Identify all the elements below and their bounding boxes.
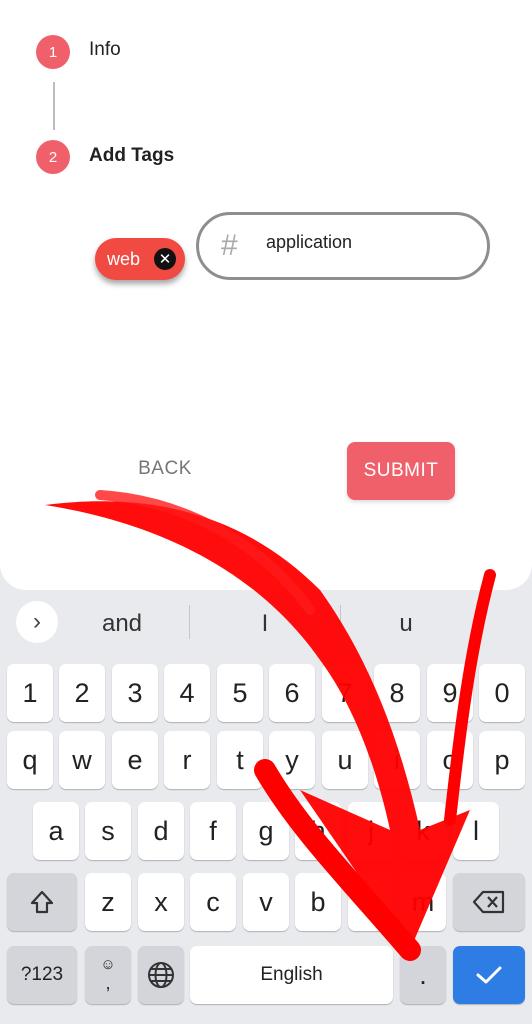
key-c[interactable]: c (190, 873, 236, 931)
key-9[interactable]: 9 (427, 664, 473, 722)
key-0[interactable]: 0 (479, 664, 525, 722)
key-j[interactable]: j (348, 802, 394, 860)
key-k[interactable]: k (400, 802, 446, 860)
close-icon[interactable]: ✕ (154, 248, 176, 270)
key-p[interactable]: p (479, 731, 525, 789)
key-b[interactable]: b (295, 873, 341, 931)
key-w[interactable]: w (59, 731, 105, 789)
key-a[interactable]: a (33, 802, 79, 860)
key-3[interactable]: 3 (112, 664, 158, 722)
key-g[interactable]: g (243, 802, 289, 860)
key-x[interactable]: x (138, 873, 184, 931)
add-tags-form: 1 Info 2 Add Tags web ✕ # application BA… (0, 0, 532, 590)
key-y[interactable]: y (269, 731, 315, 789)
emoji-comma-key[interactable]: ☺ , (85, 946, 131, 1004)
step-1-number: 1 (48, 43, 58, 61)
emoji-icon: ☺ (100, 956, 116, 973)
key-h[interactable]: h (295, 802, 341, 860)
step-1-label[interactable]: Info (89, 39, 121, 61)
key-1[interactable]: 1 (7, 664, 53, 722)
back-button[interactable]: BACK (120, 448, 210, 490)
enter-key[interactable] (453, 946, 525, 1004)
submit-button[interactable]: SUBMIT (347, 442, 455, 500)
key-m[interactable]: m (400, 873, 446, 931)
key-n[interactable]: n (348, 873, 394, 931)
key-l[interactable]: l (453, 802, 499, 860)
tag-input[interactable]: # application (196, 212, 490, 280)
key-u[interactable]: u (322, 731, 368, 789)
key-t[interactable]: t (217, 731, 263, 789)
backspace-key[interactable] (453, 873, 525, 931)
suggestion-1[interactable]: and (52, 610, 192, 638)
key-d[interactable]: d (138, 802, 184, 860)
key-2[interactable]: 2 (59, 664, 105, 722)
key-8[interactable]: 8 (374, 664, 420, 722)
soft-keyboard: › and I u 1 2 3 4 5 6 7 8 9 0 q w e r t … (0, 590, 532, 1024)
key-o[interactable]: o (427, 731, 473, 789)
step-2-number: 2 (48, 148, 58, 166)
key-z[interactable]: z (85, 873, 131, 931)
suggestion-divider (189, 605, 190, 639)
key-f[interactable]: f (190, 802, 236, 860)
checkmark-icon (476, 966, 502, 984)
globe-icon (148, 962, 174, 988)
hash-icon: # (221, 229, 238, 262)
step-1-circle: 1 (36, 35, 70, 69)
space-key[interactable]: English (190, 946, 393, 1004)
step-2-circle: 2 (36, 140, 70, 174)
tag-chip-label: web (107, 248, 141, 269)
key-i[interactable]: i (374, 731, 420, 789)
symbols-key[interactable]: ?123 (7, 946, 77, 1004)
tag-chip-web[interactable]: web ✕ (95, 238, 185, 280)
key-5[interactable]: 5 (217, 664, 263, 722)
shift-icon (30, 890, 54, 914)
language-key[interactable] (138, 946, 184, 1004)
backspace-icon (472, 890, 505, 914)
key-q[interactable]: q (7, 731, 53, 789)
tag-input-value: application (266, 232, 353, 252)
comma-label: , (105, 973, 111, 993)
key-6[interactable]: 6 (269, 664, 315, 722)
suggestion-3[interactable]: u (336, 610, 476, 638)
key-v[interactable]: v (243, 873, 289, 931)
key-s[interactable]: s (85, 802, 131, 860)
step-2-label[interactable]: Add Tags (89, 145, 174, 167)
shift-key[interactable] (7, 873, 77, 931)
key-r[interactable]: r (164, 731, 210, 789)
period-key[interactable]: . (400, 946, 446, 1004)
step-connector (53, 82, 55, 130)
key-e[interactable]: e (112, 731, 158, 789)
key-4[interactable]: 4 (164, 664, 210, 722)
suggestion-2[interactable]: I (195, 610, 335, 638)
key-7[interactable]: 7 (322, 664, 368, 722)
